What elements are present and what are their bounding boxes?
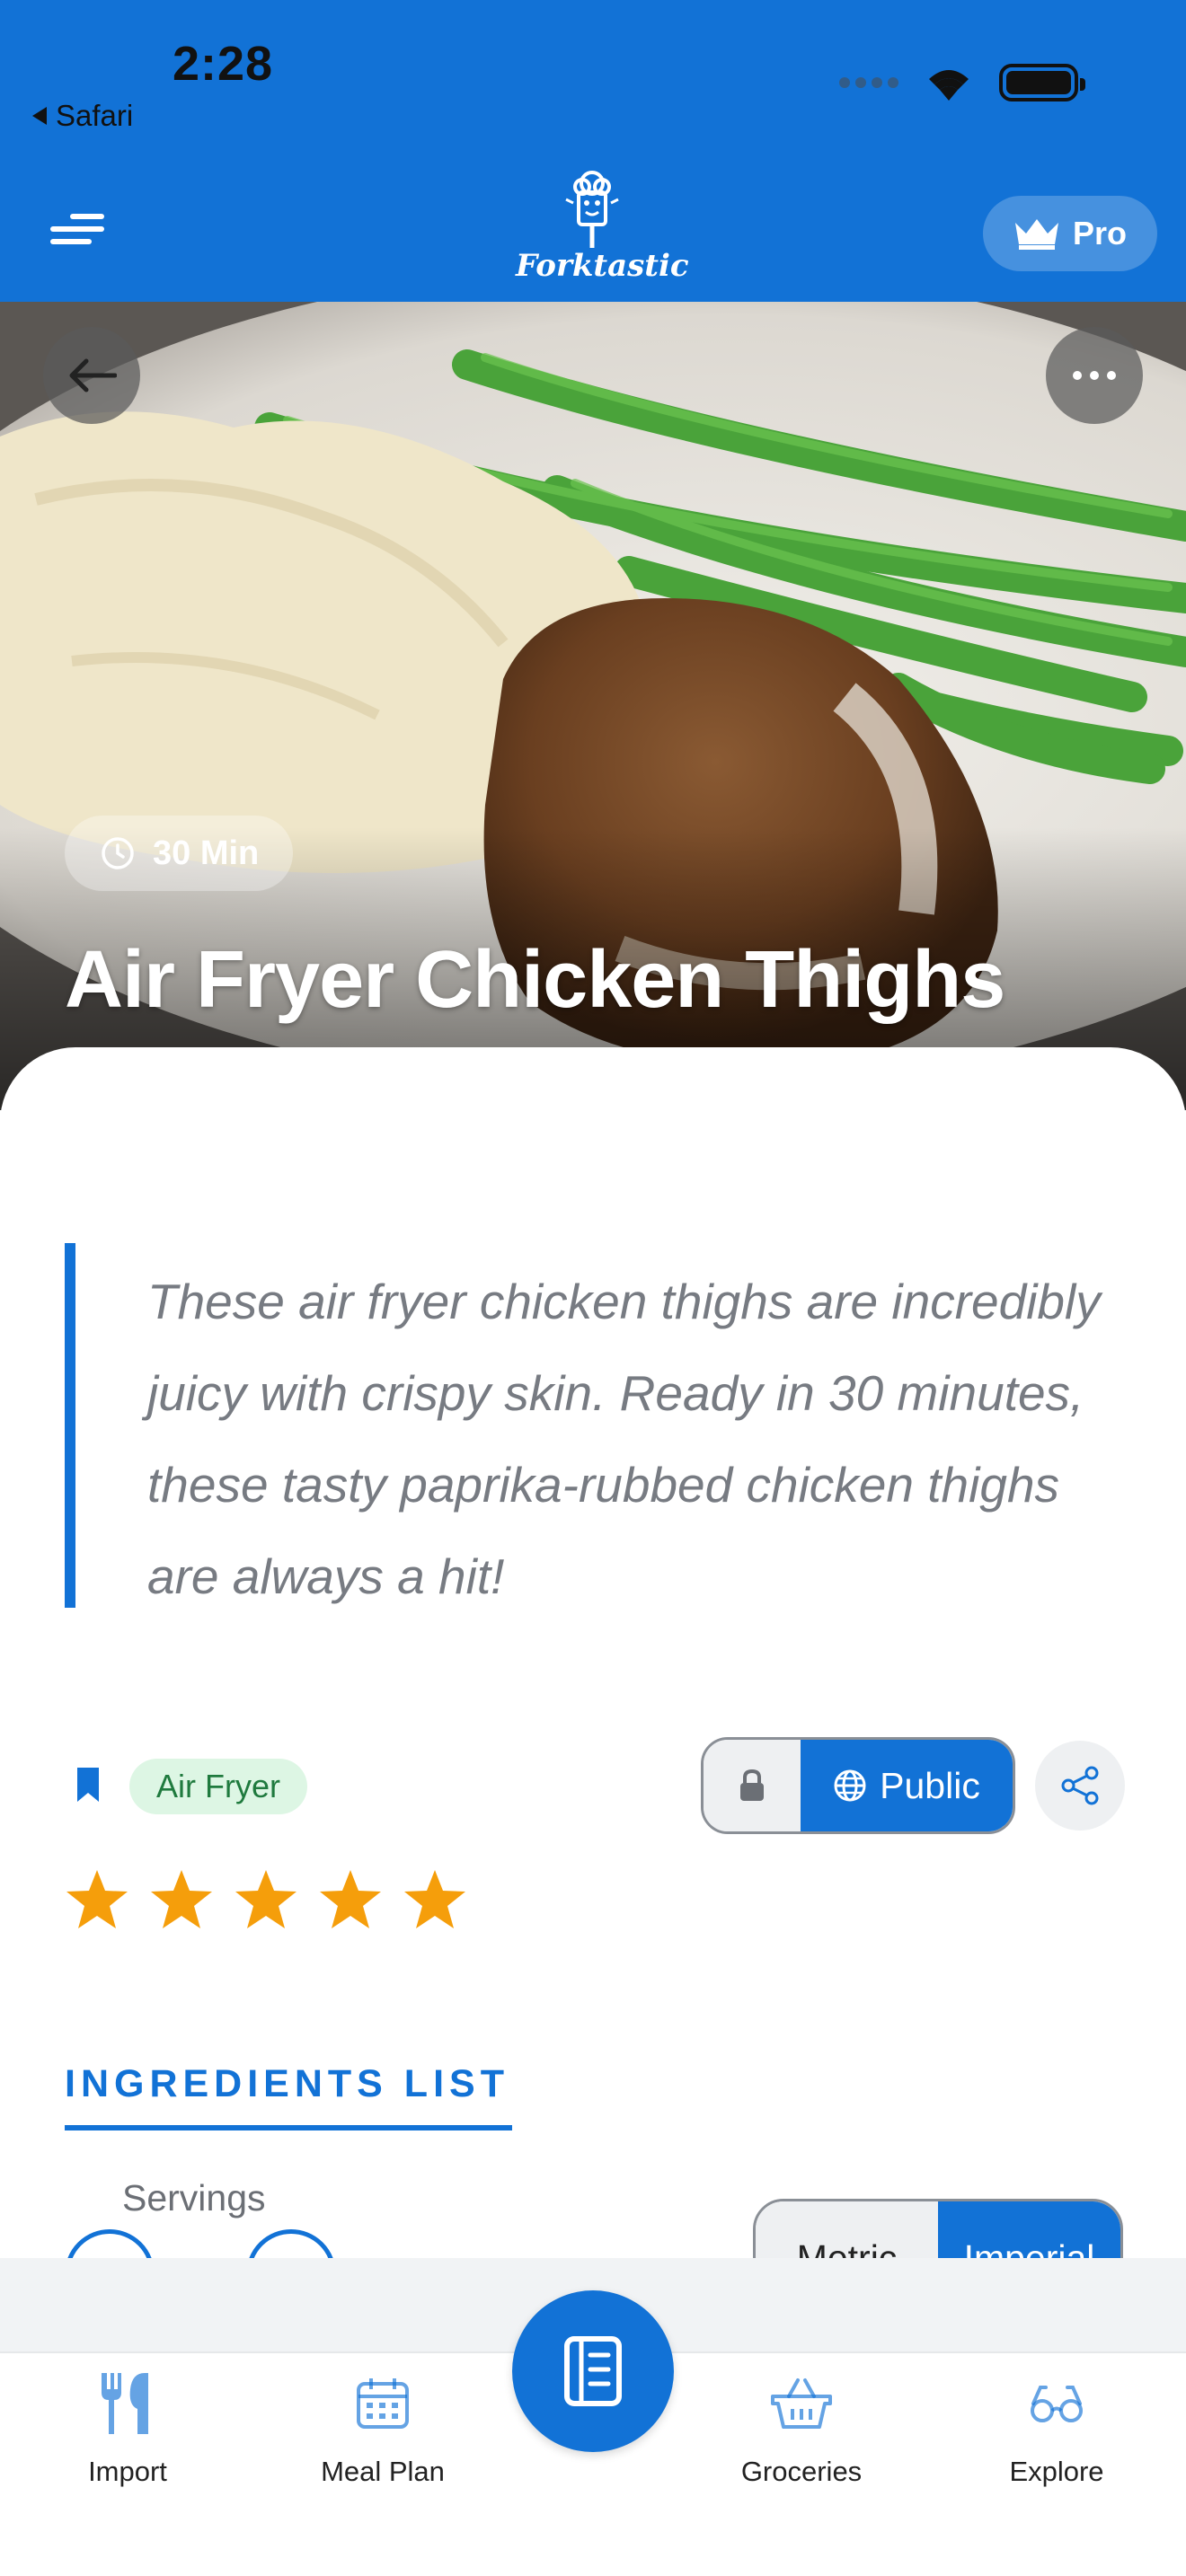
logo-wordmark: Forktastic	[516, 248, 689, 284]
arrow-left-icon	[69, 358, 117, 393]
star-icon[interactable]	[65, 1868, 129, 1931]
basket-icon	[771, 2378, 832, 2429]
cellular-dots-icon	[839, 77, 898, 88]
globe-icon	[834, 1769, 866, 1802]
wifi-icon	[929, 70, 969, 101]
star-icon[interactable]	[318, 1868, 383, 1931]
recipe-book-icon	[564, 2336, 622, 2406]
tab-import[interactable]: Import	[29, 2368, 226, 2488]
back-button[interactable]	[43, 327, 140, 424]
menu-button[interactable]	[50, 214, 104, 246]
star-icon[interactable]	[149, 1868, 214, 1931]
clock-icon	[102, 837, 134, 869]
share-button[interactable]	[1035, 1741, 1125, 1831]
tab-groceries[interactable]: Groceries	[703, 2368, 900, 2488]
recipe-book-button[interactable]	[512, 2290, 674, 2452]
back-app-label: Safari	[56, 99, 134, 132]
servings-label: Servings	[122, 2177, 266, 2219]
tab-meal-plan[interactable]: Meal Plan	[284, 2368, 482, 2488]
more-options-button[interactable]	[1046, 327, 1143, 424]
recipe-title: Air Fryer Chicken Thighs	[65, 935, 1005, 1025]
cook-time-badge: 30 Min	[65, 816, 294, 891]
lock-icon	[740, 1769, 764, 1801]
pro-label: Pro	[1072, 215, 1127, 251]
cook-time-label: 30 Min	[153, 834, 260, 872]
calendar-icon	[357, 2378, 409, 2429]
ellipsis-icon	[1073, 371, 1116, 380]
public-option[interactable]: Public	[801, 1740, 1013, 1831]
tab-explore[interactable]: Explore	[958, 2368, 1155, 2488]
recipe-description-text: These air fryer chicken thighs are incre…	[147, 1274, 1101, 1604]
star-icon[interactable]	[234, 1868, 298, 1931]
bookmark-icon[interactable]	[75, 1766, 101, 1804]
tab-import-label: Import	[88, 2456, 167, 2487]
share-icon	[1061, 1766, 1099, 1805]
chef-fork-logo-icon	[565, 171, 619, 248]
private-option[interactable]	[704, 1740, 801, 1831]
ingredients-section-title: INGREDIENTS LIST	[65, 2062, 509, 2105]
tab-explore-label: Explore	[1009, 2456, 1104, 2487]
crown-icon	[1014, 219, 1058, 250]
app-header: 2:28 Safari Forktastic Pro	[0, 0, 1186, 302]
visibility-toggle[interactable]: Public	[701, 1737, 1015, 1834]
battery-icon	[999, 64, 1085, 101]
public-label: Public	[880, 1764, 980, 1806]
rating-stars[interactable]	[65, 1868, 467, 1931]
tab-meal-plan-label: Meal Plan	[321, 2456, 445, 2487]
back-triangle-icon	[32, 107, 47, 125]
category-tag[interactable]: Air Fryer	[129, 1759, 307, 1814]
recipe-description: These air fryer chicken thighs are incre…	[65, 1243, 1125, 1608]
pro-button[interactable]: Pro	[983, 196, 1157, 271]
status-time: 2:28	[173, 37, 274, 91]
glasses-icon	[1031, 2386, 1083, 2422]
fork-knife-icon	[102, 2373, 148, 2434]
star-icon[interactable]	[403, 1868, 467, 1931]
section-underline	[65, 2125, 512, 2130]
tab-groceries-label: Groceries	[740, 2456, 863, 2487]
app-logo: Forktastic	[516, 169, 689, 295]
back-to-app-link[interactable]: Safari	[32, 99, 133, 133]
status-icons	[839, 63, 1085, 102]
